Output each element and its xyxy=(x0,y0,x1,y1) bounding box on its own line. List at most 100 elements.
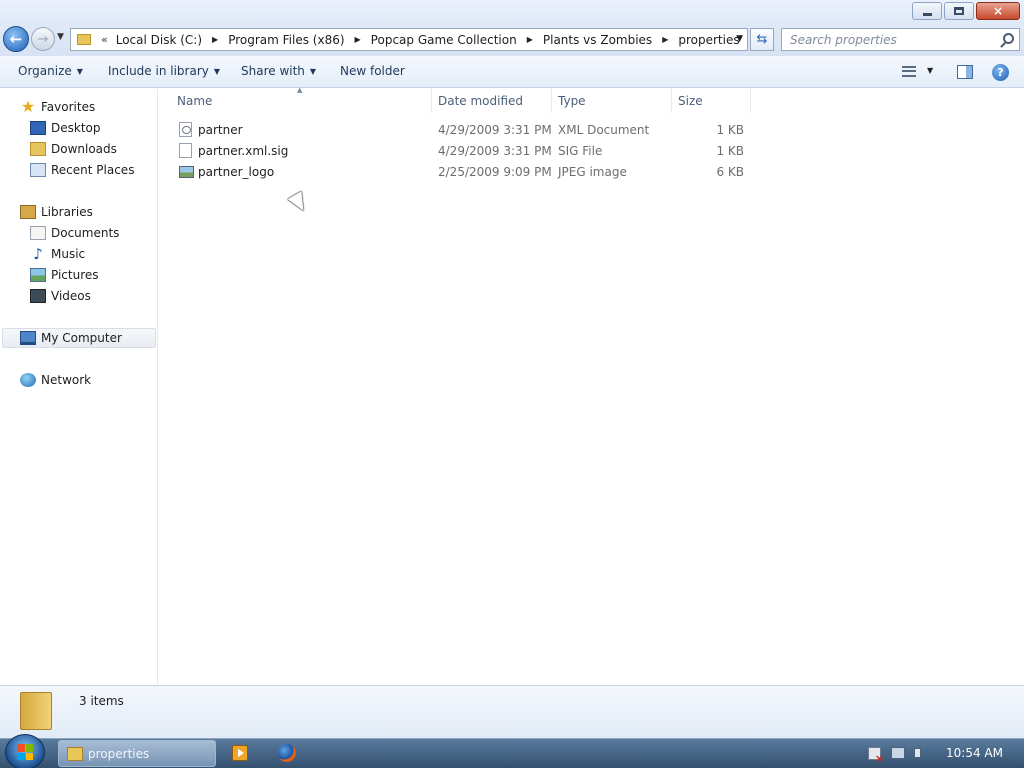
file-name: partner xyxy=(198,123,243,137)
taskbar-item-properties[interactable]: properties xyxy=(58,740,216,767)
column-header-type[interactable]: Type xyxy=(552,89,672,113)
column-header-name[interactable]: Name ▲ xyxy=(159,86,432,113)
column-size-label: Size xyxy=(678,94,703,108)
breadcrumb-local-disk[interactable]: Local Disk (C:) xyxy=(116,33,202,47)
forward-button[interactable]: → xyxy=(31,27,55,51)
search-icon[interactable] xyxy=(1003,33,1014,44)
network-status-icon[interactable] xyxy=(891,747,905,759)
file-row[interactable]: partner.xml.sig 4/29/2009 3:31 PM SIG Fi… xyxy=(177,141,757,161)
taskbar: properties 10:54 AM xyxy=(0,734,1024,768)
column-name-label: Name xyxy=(177,94,213,108)
image-file-icon xyxy=(179,166,194,178)
file-row[interactable]: partner_logo 2/25/2009 9:09 PM JPEG imag… xyxy=(177,162,757,182)
start-button[interactable] xyxy=(5,734,45,768)
nav-pictures-label: Pictures xyxy=(51,268,99,282)
file-name: partner.xml.sig xyxy=(198,144,289,158)
view-options-dropdown[interactable]: ▼ xyxy=(927,66,933,75)
downloads-icon xyxy=(30,142,46,156)
nav-downloads[interactable]: Downloads xyxy=(30,139,117,159)
windows-logo-icon xyxy=(17,744,33,760)
window-controls: × xyxy=(912,2,1020,20)
address-bar[interactable]: « Local Disk (C:) ▶ Program Files (x86) … xyxy=(70,28,748,51)
file-name: partner_logo xyxy=(198,165,275,179)
nav-my-computer-label: My Computer xyxy=(41,331,122,345)
address-row: ← → ▼ « Local Disk (C:) ▶ Program Files … xyxy=(0,24,1024,56)
breadcrumb-separator-icon[interactable]: ▶ xyxy=(355,35,361,44)
computer-icon xyxy=(20,331,36,345)
column-header-size[interactable]: Size xyxy=(672,89,751,113)
preview-pane-icon[interactable] xyxy=(957,65,973,79)
breadcrumb-program-files[interactable]: Program Files (x86) xyxy=(228,33,344,47)
folder-icon xyxy=(20,692,52,730)
breadcrumb-popcap[interactable]: Popcap Game Collection xyxy=(371,33,517,47)
chevron-down-icon[interactable]: ▼ xyxy=(736,34,743,44)
search-box[interactable] xyxy=(781,28,1020,51)
refresh-button[interactable]: ⇆ xyxy=(750,28,774,51)
music-icon: ♪ xyxy=(33,245,43,263)
minimize-icon xyxy=(922,12,932,16)
new-folder-button[interactable]: New folder xyxy=(340,64,405,78)
xml-document-icon xyxy=(179,122,192,137)
file-type: SIG File xyxy=(558,144,603,158)
documents-icon xyxy=(30,226,46,240)
nav-my-computer[interactable]: My Computer xyxy=(2,328,156,348)
chevron-down-icon: ▼ xyxy=(213,67,221,76)
generic-file-icon xyxy=(179,143,192,158)
action-center-icon[interactable] xyxy=(868,747,884,765)
file-size: 1 KB xyxy=(716,123,744,137)
column-type-label: Type xyxy=(558,94,586,108)
breadcrumb-separator-icon[interactable]: ▶ xyxy=(212,35,218,44)
clock[interactable]: 10:54 AM xyxy=(946,746,1003,760)
file-size: 6 KB xyxy=(716,165,744,179)
file-size: 1 KB xyxy=(716,144,744,158)
nav-videos[interactable]: Videos xyxy=(30,286,91,306)
folder-icon xyxy=(77,34,91,45)
breadcrumb-properties[interactable]: properties xyxy=(678,33,739,47)
minimize-button[interactable] xyxy=(912,2,942,20)
file-type: XML Document xyxy=(558,123,650,137)
nav-libraries-label: Libraries xyxy=(41,205,93,219)
breadcrumb-separator-icon[interactable]: ▶ xyxy=(527,35,533,44)
file-list: Name ▲ Date modified Type Size partner 4… xyxy=(159,86,1024,685)
close-button[interactable]: × xyxy=(976,2,1020,20)
desktop-icon xyxy=(30,121,46,135)
file-row[interactable]: partner 4/29/2009 3:31 PM XML Document 1… xyxy=(177,120,757,140)
search-input[interactable] xyxy=(782,29,992,50)
star-icon: ★ xyxy=(20,97,36,116)
nav-favorites[interactable]: ★ Favorites xyxy=(20,97,95,117)
nav-libraries[interactable]: Libraries xyxy=(20,202,93,222)
nav-documents[interactable]: Documents xyxy=(30,223,119,243)
breadcrumb-overflow[interactable]: « xyxy=(101,33,108,46)
volume-icon[interactable] xyxy=(914,748,921,758)
restore-icon xyxy=(954,7,964,15)
file-date: 4/29/2009 3:31 PM xyxy=(438,144,552,158)
chevron-down-icon: ▼ xyxy=(309,67,317,76)
breadcrumb-plants-vs-zombies[interactable]: Plants vs Zombies xyxy=(543,33,652,47)
nav-desktop[interactable]: Desktop xyxy=(30,118,101,138)
media-player-icon[interactable] xyxy=(232,745,248,761)
taskbar-item-label: properties xyxy=(88,746,150,761)
nav-music[interactable]: ♪ Music xyxy=(30,244,85,264)
recent-places-icon xyxy=(30,163,46,177)
breadcrumb-separator-icon[interactable]: ▶ xyxy=(662,35,668,44)
share-with-label: Share with xyxy=(241,64,305,78)
nav-pictures[interactable]: Pictures xyxy=(30,265,99,285)
view-options-icon[interactable] xyxy=(902,66,916,77)
nav-network[interactable]: Network xyxy=(20,370,91,390)
firefox-icon[interactable] xyxy=(278,744,296,762)
nav-downloads-label: Downloads xyxy=(51,142,117,156)
pictures-icon xyxy=(30,268,46,282)
maximize-button[interactable] xyxy=(944,2,974,20)
organize-button[interactable]: Organize ▼ xyxy=(18,64,83,78)
nav-favorites-label: Favorites xyxy=(41,100,96,114)
command-bar: Organize ▼ Include in library ▼ Share with… xyxy=(0,56,1024,88)
include-in-library-button[interactable]: Include in library ▼ xyxy=(108,64,220,78)
nav-recent-places[interactable]: Recent Places xyxy=(30,160,134,180)
help-icon[interactable]: ? xyxy=(992,64,1009,81)
column-header-date[interactable]: Date modified xyxy=(432,89,552,113)
details-pane: 3 items xyxy=(0,685,1024,738)
back-button[interactable]: ← xyxy=(3,26,29,52)
recent-pages-dropdown[interactable]: ▼ xyxy=(57,32,64,42)
file-date: 4/29/2009 3:31 PM xyxy=(438,123,552,137)
share-with-button[interactable]: Share with ▼ xyxy=(241,64,316,78)
